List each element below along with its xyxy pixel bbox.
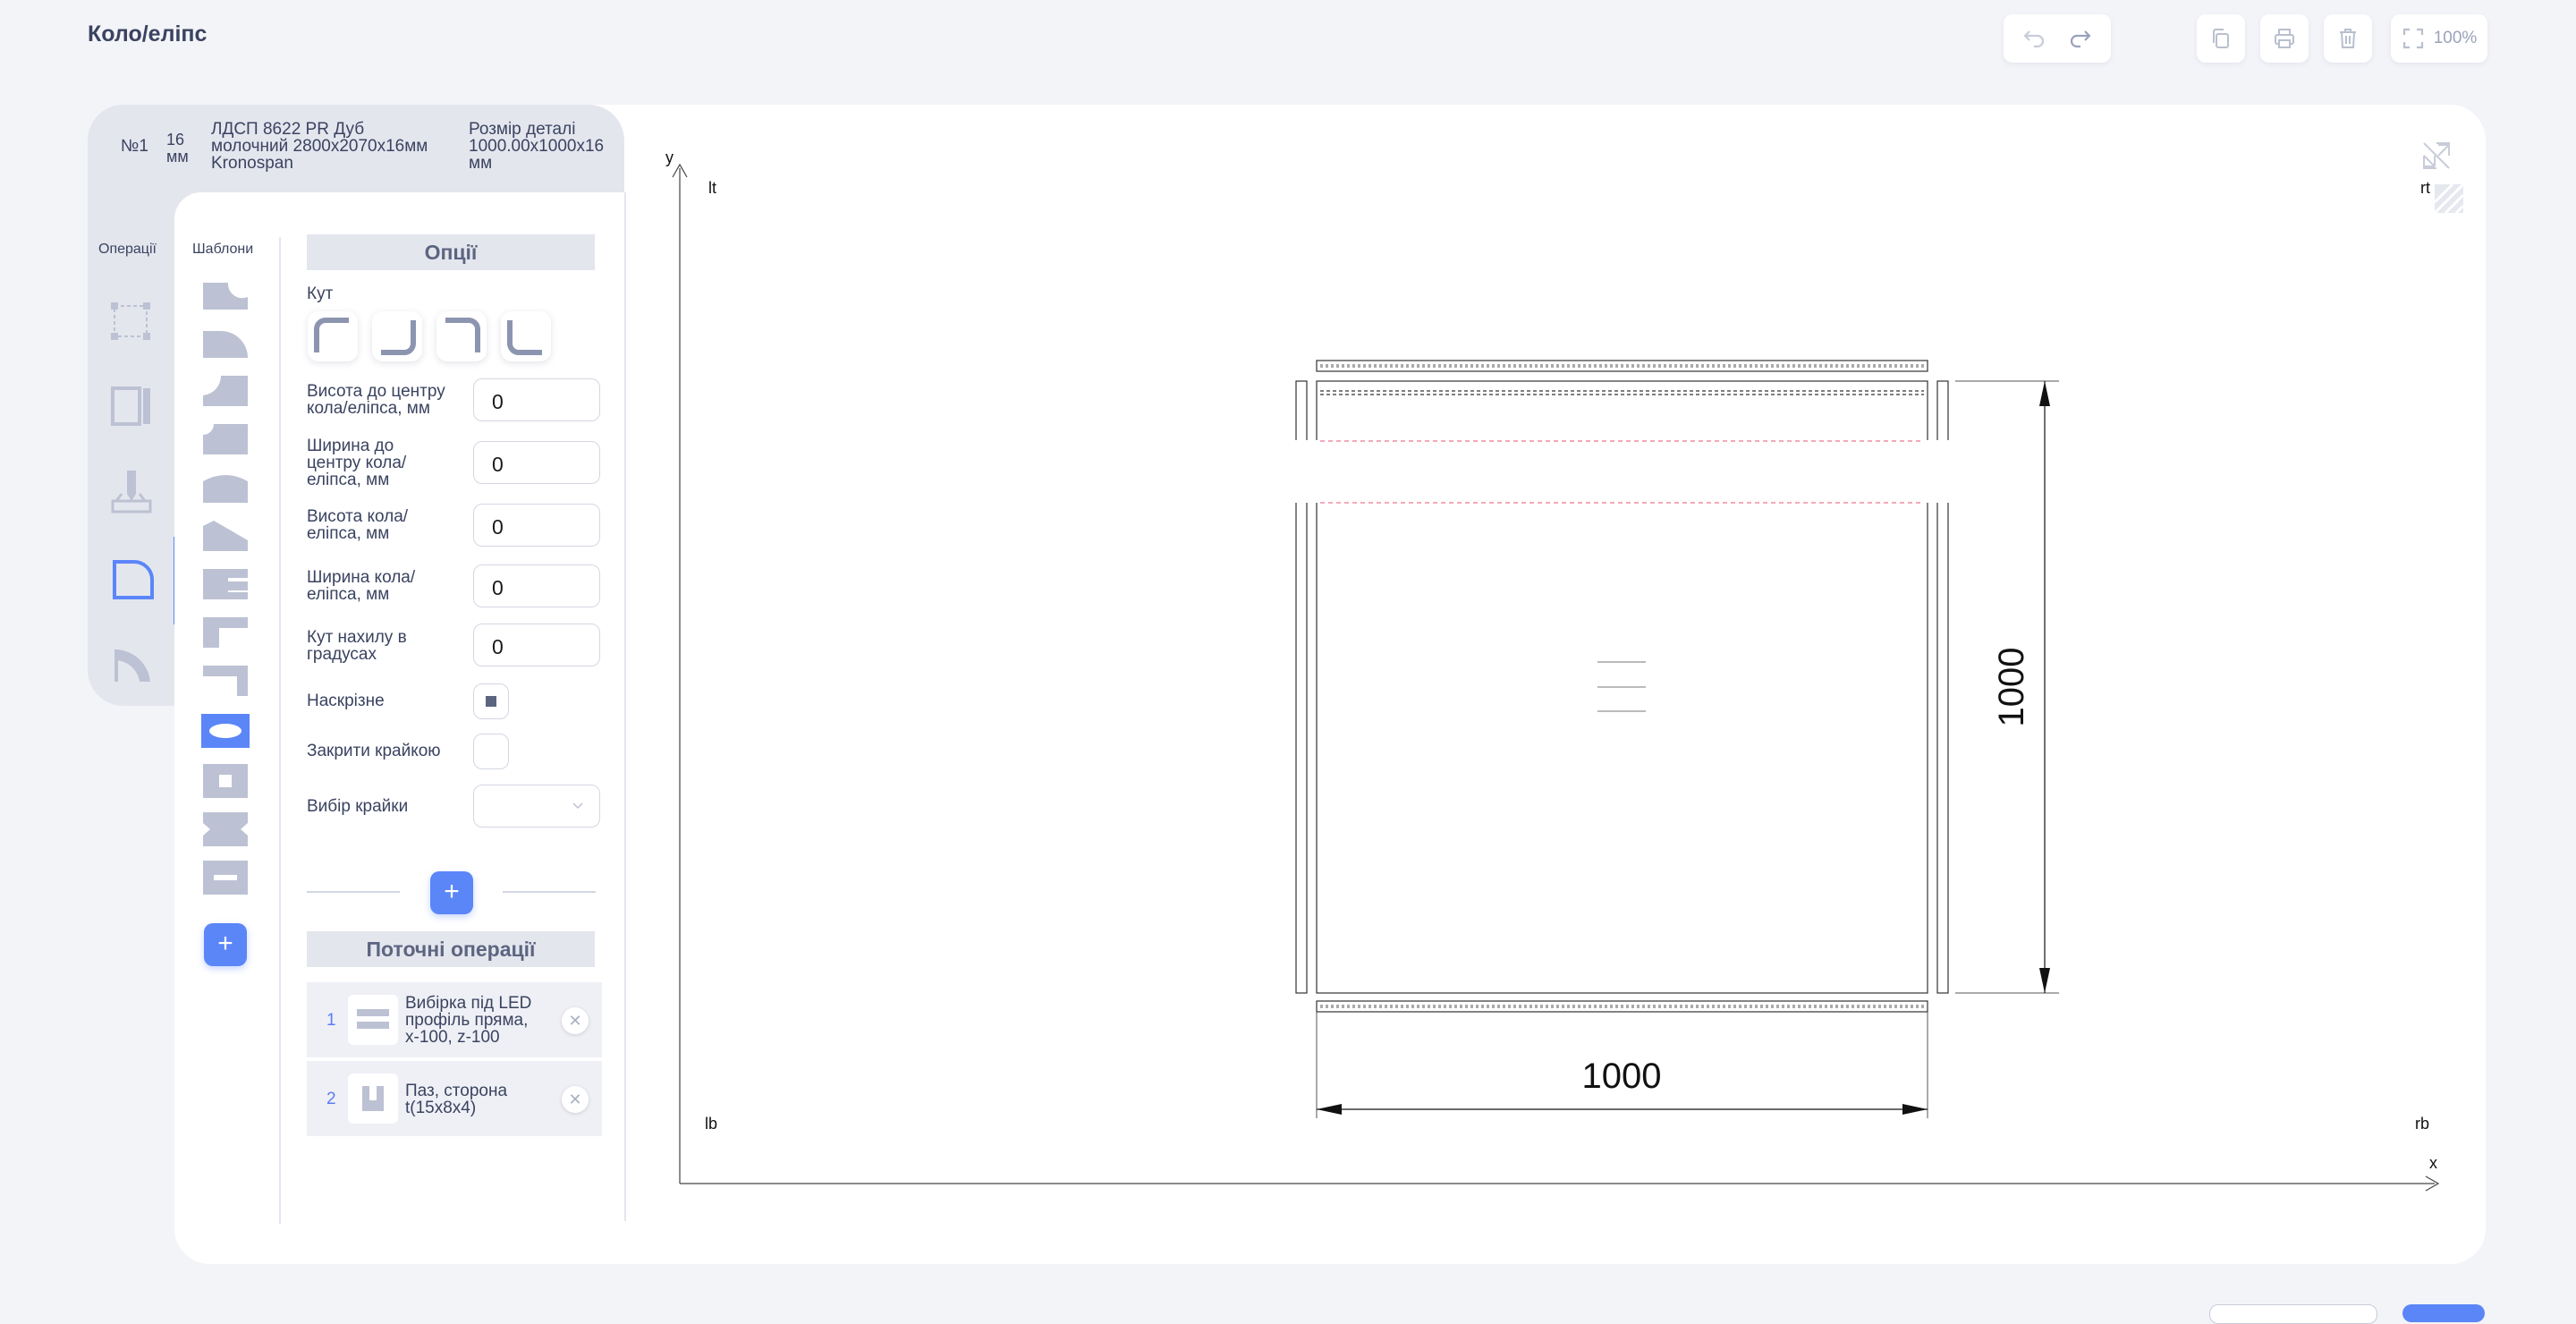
part-drawing-canvas[interactable]: y x lt rt lb rb 1000 1000	[626, 105, 2487, 1264]
part-material: ЛДСП 8622 PR Дуб молочний 2800x2070x16мм K…	[211, 120, 428, 173]
template-side-notch-icon[interactable]	[201, 811, 250, 848]
zoom-button[interactable]: 100%	[2391, 14, 2487, 63]
edge-select-label: Вибір крайки	[307, 797, 409, 816]
width-dimension-value: 1000	[1582, 1057, 1662, 1096]
template-l-shape-icon[interactable]	[201, 662, 250, 700]
template-slot-icon[interactable]	[201, 859, 250, 896]
panel-divider	[279, 237, 281, 1224]
axis-x-label: x	[2429, 1154, 2437, 1172]
ellipse-width-label: Ширина кола/еліпса, мм	[307, 568, 416, 604]
corner-top-right-button[interactable]	[436, 311, 487, 361]
checkbox-check-mark	[486, 696, 496, 707]
copy-button[interactable]	[2197, 14, 2245, 63]
undo-redo-group	[2004, 14, 2111, 63]
undo-icon[interactable]	[2021, 26, 2046, 51]
zoom-level: 100%	[2433, 29, 2478, 47]
height-dimension-value: 1000	[1992, 648, 2031, 727]
center-width-label: Ширина до центру кола/еліпса, мм	[307, 437, 407, 489]
page-title: Коло/еліпс	[88, 21, 208, 47]
add-template-button[interactable]: +	[204, 923, 247, 966]
through-label: Наскрізне	[307, 692, 385, 710]
groove-side-icon	[348, 1074, 398, 1124]
fullscreen-icon	[2402, 28, 2423, 49]
options-header: Опції	[307, 234, 595, 270]
expand-icon[interactable]	[2423, 142, 2450, 169]
tab-templates[interactable]: Шаблони	[192, 242, 253, 258]
tilt-angle-input[interactable]: 0	[473, 624, 600, 666]
arc-shape-icon[interactable]	[107, 637, 159, 689]
corner-rb-label: rb	[2415, 1115, 2429, 1133]
corner-top-left-icon	[314, 318, 349, 352]
confirm-button[interactable]	[2402, 1304, 2485, 1322]
add-operation-button[interactable]: +	[430, 871, 473, 914]
axis-y-label: y	[665, 149, 674, 166]
part-size: Розмір деталі 1000.00x1000x16 мм	[469, 120, 605, 173]
ellipse-height-label: Висота кола/еліпса, мм	[307, 507, 409, 543]
tab-operations[interactable]: Операції	[98, 242, 157, 258]
angle-label: Кут	[307, 284, 334, 303]
cancel-button[interactable]	[2209, 1304, 2377, 1324]
print-button[interactable]	[2260, 14, 2309, 63]
corner-bottom-right-button[interactable]	[372, 311, 422, 361]
close-edge-label: Закрити крайкою	[307, 742, 441, 760]
template-notch-e-icon[interactable]	[201, 565, 250, 603]
redo-icon[interactable]	[2068, 26, 2093, 51]
part-info-bar: №1 16 мм ЛДСП 8622 PR Дуб молочний 2800x20…	[88, 105, 624, 194]
operation-item[interactable]: 1 Вибірка під LED профіль пряма, x-100, z-…	[307, 982, 602, 1057]
template-arc-top-icon[interactable]	[201, 469, 250, 506]
tilt-angle-label: Кут нахилу в градусах	[307, 628, 407, 664]
current-operations-header: Поточні операції	[307, 931, 595, 967]
corner-top-left-button[interactable]	[308, 311, 358, 361]
template-slant-icon[interactable]	[201, 517, 250, 555]
ellipse-width-input[interactable]: 0	[473, 564, 600, 607]
template-bevel-round-icon[interactable]	[201, 372, 250, 410]
ellipse-height-input[interactable]: 0	[473, 504, 600, 547]
edge-select[interactable]	[473, 785, 600, 828]
remove-operation-button[interactable]: ✕	[562, 1007, 589, 1034]
corner-bottom-right-icon	[381, 320, 416, 355]
divider-line-left	[307, 891, 400, 893]
led-groove-icon	[348, 995, 398, 1045]
template-ellipse-icon[interactable]	[201, 712, 250, 750]
drill-icon[interactable]	[107, 467, 159, 519]
through-checkbox[interactable]	[473, 683, 509, 719]
divider-line-right	[503, 891, 596, 893]
part-thickness: 16 мм	[166, 131, 189, 166]
corner-bottom-left-icon	[507, 320, 542, 355]
operation-description: Паз, сторона t(15x8x4)	[405, 1082, 508, 1117]
template-quarter-round-icon[interactable]	[201, 324, 250, 361]
template-corner-cut-icon[interactable]	[201, 276, 250, 313]
part-number: №1	[121, 137, 148, 156]
template-step-icon[interactable]	[201, 614, 250, 651]
corner-top-right-icon	[445, 318, 480, 352]
hatch-pattern-icon[interactable]	[2433, 182, 2465, 215]
operation-item[interactable]: 2 Паз, сторона t(15x8x4) ✕	[307, 1061, 602, 1136]
copy-icon	[2213, 29, 2229, 48]
corner-lb-label: lb	[705, 1115, 717, 1133]
corner-lt-label: lt	[708, 179, 716, 197]
trash-icon	[2340, 29, 2356, 48]
edge-groove-icon[interactable]	[107, 381, 159, 433]
remove-operation-button[interactable]: ✕	[562, 1086, 589, 1113]
template-concave-icon[interactable]	[201, 420, 250, 458]
delete-button[interactable]	[2324, 14, 2372, 63]
center-marker	[1597, 661, 1646, 712]
rectangle-cut-icon[interactable]	[107, 297, 159, 349]
operation-number: 1	[326, 1011, 336, 1030]
corner-radius-icon[interactable]	[107, 553, 159, 605]
operation-number: 2	[326, 1090, 336, 1108]
operation-description: Вибірка під LED профіль пряма, x-100, z-10…	[405, 994, 532, 1047]
print-icon	[2275, 29, 2294, 48]
led-channel-cutout	[1292, 440, 1953, 503]
close-edge-checkbox[interactable]	[473, 734, 509, 769]
corner-bottom-left-button[interactable]	[501, 311, 551, 361]
center-width-input[interactable]: 0	[473, 441, 600, 484]
template-square-hole-icon[interactable]	[201, 762, 250, 800]
corner-rt-label: rt	[2420, 179, 2430, 197]
axes	[672, 163, 2440, 1192]
center-height-label: Висота до центру кола/еліпса, мм	[307, 382, 445, 418]
chevron-down-icon	[572, 802, 583, 810]
center-height-input[interactable]: 0	[473, 378, 600, 421]
